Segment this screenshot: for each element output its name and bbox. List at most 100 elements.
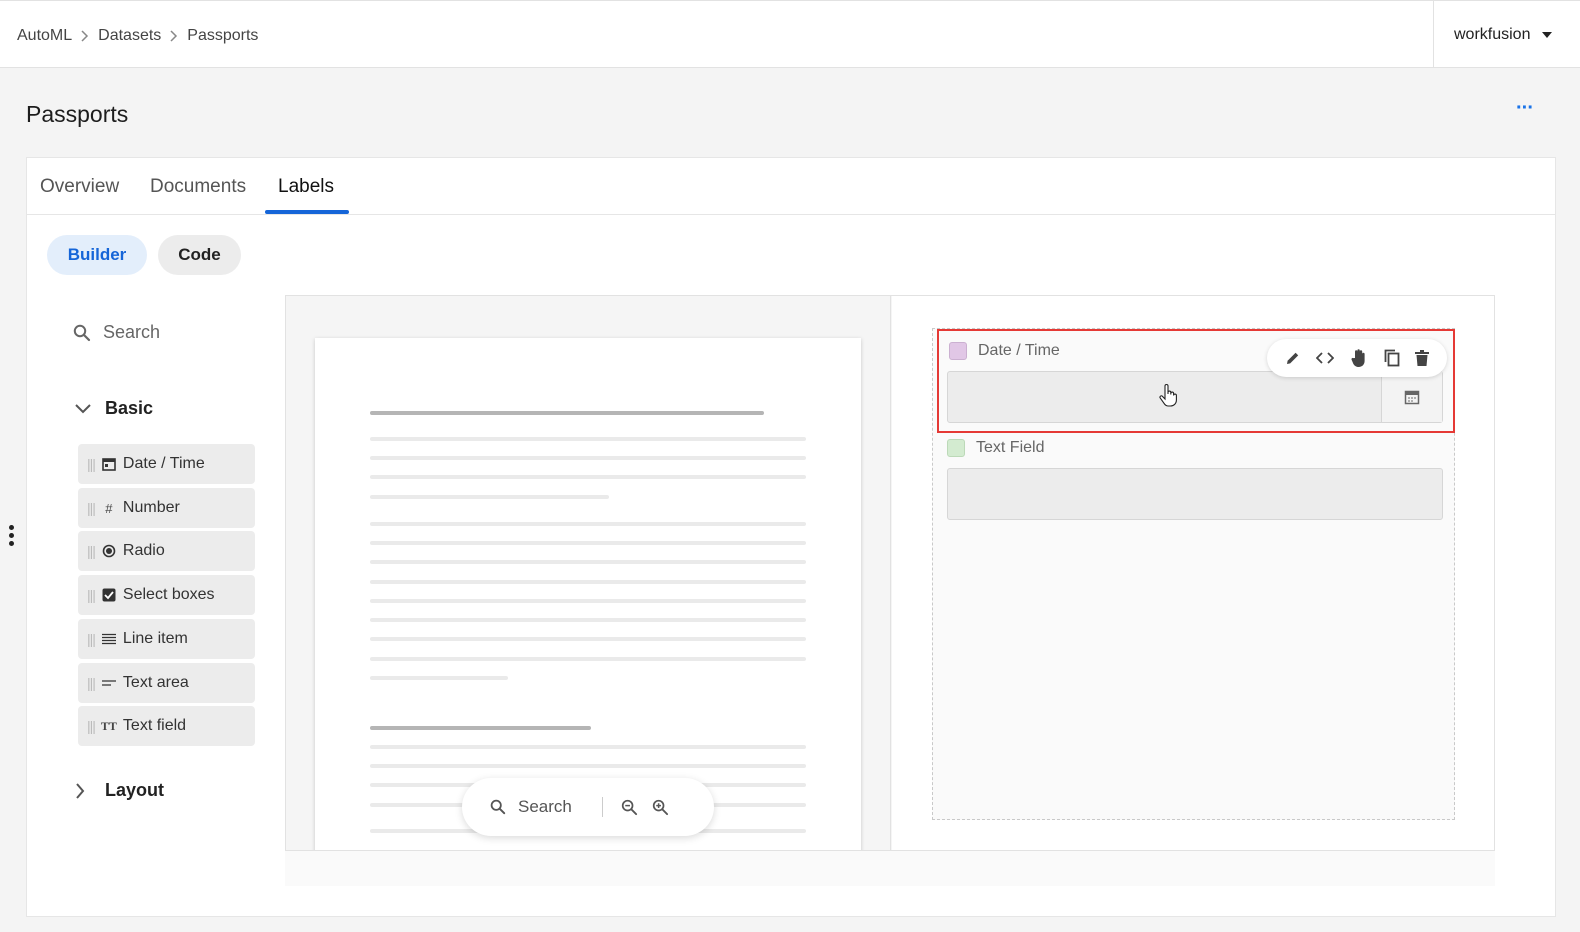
field-label-text-field: Text Field bbox=[947, 439, 1044, 457]
label-color-swatch bbox=[949, 342, 967, 360]
zoom-out-icon[interactable] bbox=[621, 799, 638, 816]
document-search-label: Search bbox=[518, 797, 572, 816]
date-time-input[interactable] bbox=[947, 371, 1443, 423]
breadcrumb-datasets[interactable]: Datasets bbox=[98, 27, 161, 45]
hand-cursor-icon bbox=[1159, 383, 1177, 407]
palette-item-label: Date / Time bbox=[122, 455, 205, 472]
checkbox-icon bbox=[101, 587, 117, 603]
code-brackets-icon[interactable] bbox=[1316, 351, 1335, 365]
text-area-icon bbox=[101, 675, 117, 691]
document-text-line bbox=[370, 580, 806, 584]
tab-documents[interactable]: Documents bbox=[150, 176, 246, 198]
chevron-right-icon bbox=[81, 30, 89, 42]
tab-bar: Overview Documents Labels bbox=[27, 158, 1555, 215]
form-drop-zone[interactable]: Date / Time Text Field bbox=[932, 328, 1455, 820]
component-search-placeholder: Search bbox=[103, 322, 161, 342]
tab-labels[interactable]: Labels bbox=[278, 176, 334, 198]
palette-item-number[interactable]: ||| # Number bbox=[78, 488, 255, 528]
label-color-swatch bbox=[947, 439, 965, 457]
palette-group-label: Layout bbox=[105, 780, 165, 800]
hash-icon: # bbox=[105, 500, 113, 516]
drag-handle-icon: ||| bbox=[87, 456, 96, 472]
top-bar: AutoML Datasets Passports workfusion bbox=[0, 0, 1580, 68]
document-text-line bbox=[370, 657, 806, 661]
document-text-line bbox=[370, 637, 806, 641]
side-panel-handle-icon[interactable] bbox=[9, 525, 14, 546]
palette-item-text-field[interactable]: ||| TT Text field bbox=[78, 706, 255, 746]
delete-trash-icon[interactable] bbox=[1415, 350, 1430, 366]
calendar-picker-button[interactable] bbox=[1381, 372, 1442, 422]
palette-item-label: Line item bbox=[122, 630, 188, 647]
toolbar-divider bbox=[601, 797, 603, 817]
drag-handle-icon: ||| bbox=[87, 500, 96, 516]
copy-icon[interactable] bbox=[1384, 349, 1400, 367]
palette-item-line-item[interactable]: ||| Line item bbox=[78, 619, 255, 659]
tab-overview[interactable]: Overview bbox=[40, 176, 119, 198]
document-text-line bbox=[370, 495, 609, 499]
palette-group-basic[interactable]: Basic bbox=[75, 398, 153, 419]
breadcrumb: AutoML Datasets Passports bbox=[17, 27, 258, 45]
radio-icon bbox=[101, 543, 117, 559]
document-text-line bbox=[370, 676, 508, 680]
field-label-text: Text Field bbox=[976, 439, 1045, 456]
builder-workspace: Search Date / Time Text Field bbox=[285, 295, 1495, 851]
chevron-down-icon bbox=[75, 403, 105, 414]
chevron-right-icon bbox=[170, 30, 178, 42]
document-preview-pane: Search bbox=[286, 296, 891, 850]
palette-group-layout[interactable]: Layout bbox=[75, 780, 164, 801]
document-toolbar: Search bbox=[462, 778, 714, 836]
document-heading-line bbox=[370, 726, 591, 730]
document-text-line bbox=[370, 475, 806, 479]
list-icon bbox=[101, 631, 117, 647]
active-tab-indicator bbox=[265, 210, 349, 214]
text-field-input[interactable] bbox=[947, 468, 1443, 520]
dataset-card: Overview Documents Labels Builder Code S… bbox=[26, 157, 1556, 917]
builder-mode-button[interactable]: Builder bbox=[47, 235, 147, 275]
palette-item-radio[interactable]: ||| Radio bbox=[78, 531, 255, 571]
text-field-icon: TT bbox=[100, 718, 117, 733]
calendar-icon bbox=[1404, 389, 1420, 405]
code-mode-button[interactable]: Code bbox=[158, 235, 241, 275]
field-action-toolbar bbox=[1267, 339, 1447, 377]
document-text-line bbox=[370, 599, 806, 603]
palette-item-label: Text field bbox=[122, 717, 187, 734]
drag-handle-icon: ||| bbox=[87, 675, 96, 691]
zoom-in-icon[interactable] bbox=[652, 799, 669, 816]
document-page bbox=[315, 338, 861, 850]
page-title: Passports bbox=[26, 101, 129, 127]
caret-down-icon bbox=[1542, 31, 1553, 38]
field-label-date-time: Date / Time bbox=[949, 342, 1060, 360]
more-options-button[interactable]: ··· bbox=[1516, 98, 1534, 118]
palette-item-label: Text area bbox=[122, 674, 189, 691]
builder-footer bbox=[285, 851, 1495, 886]
account-name: workfusion bbox=[1454, 25, 1531, 43]
drag-handle-icon: ||| bbox=[87, 631, 96, 647]
edit-pencil-icon[interactable] bbox=[1285, 350, 1301, 366]
palette-group-label: Basic bbox=[105, 398, 154, 418]
breadcrumb-automl[interactable]: AutoML bbox=[17, 27, 72, 45]
search-icon bbox=[73, 324, 103, 342]
document-search[interactable]: Search bbox=[490, 797, 572, 817]
palette-item-date-time[interactable]: ||| Date / Time bbox=[78, 444, 255, 484]
drag-handle-icon: ||| bbox=[87, 718, 96, 734]
document-text-line bbox=[370, 522, 806, 526]
document-heading-line bbox=[370, 411, 764, 415]
palette-item-label: Number bbox=[122, 499, 180, 516]
move-hand-icon[interactable] bbox=[1350, 348, 1368, 368]
document-text-line bbox=[370, 456, 806, 460]
field-label-text: Date / Time bbox=[978, 342, 1060, 359]
document-text-line bbox=[370, 437, 806, 441]
palette-item-label: Radio bbox=[122, 542, 165, 559]
document-text-line bbox=[370, 560, 806, 564]
palette-item-select-boxes[interactable]: ||| Select boxes bbox=[78, 575, 255, 615]
document-text-line bbox=[370, 745, 806, 749]
calendar-icon bbox=[101, 456, 117, 472]
form-field-date-time[interactable]: Date / Time bbox=[937, 329, 1455, 433]
account-menu[interactable]: workfusion bbox=[1433, 1, 1580, 68]
drag-handle-icon: ||| bbox=[87, 543, 96, 559]
palette-item-text-area[interactable]: ||| Text area bbox=[78, 663, 255, 703]
breadcrumb-passports: Passports bbox=[187, 27, 259, 44]
document-text-line bbox=[370, 618, 806, 622]
component-search[interactable]: Search bbox=[73, 322, 160, 343]
form-preview-pane: Date / Time Text Field bbox=[892, 296, 1494, 850]
